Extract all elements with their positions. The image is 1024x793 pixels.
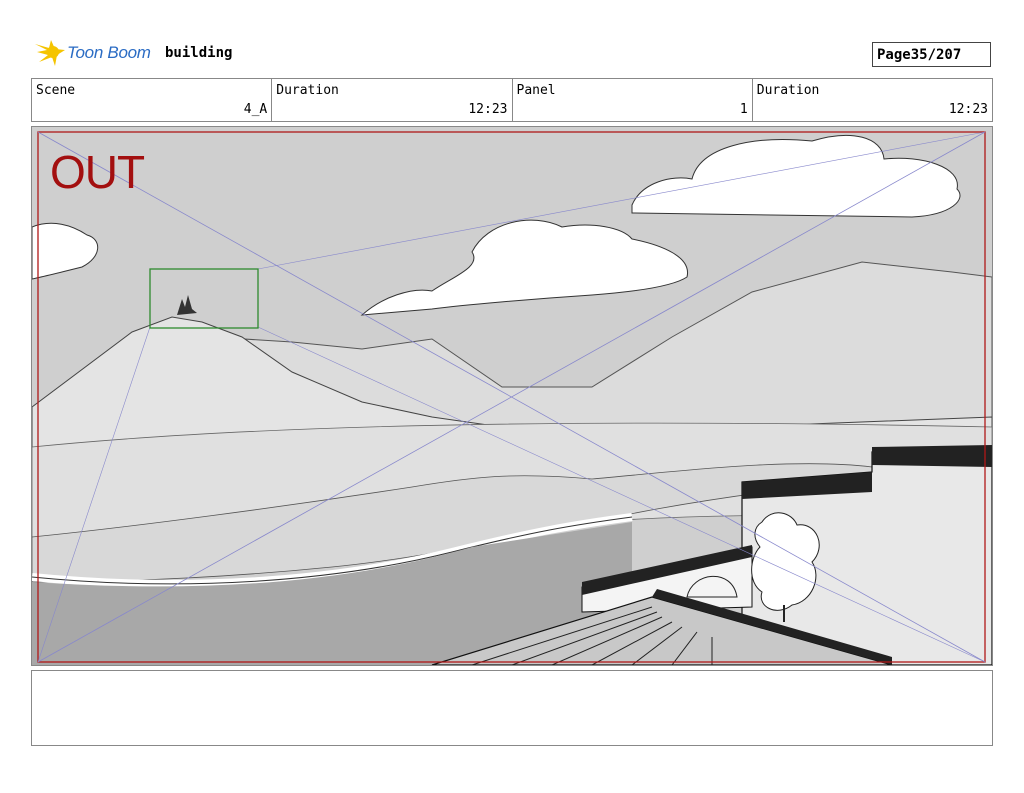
panel-value: 1 bbox=[739, 102, 748, 117]
panel-cell: Panel 1 bbox=[513, 79, 753, 121]
panel-duration-cell: Duration 12:23 bbox=[753, 79, 992, 121]
scene-duration-value: 12:23 bbox=[468, 102, 508, 117]
brand-name: Toon Boom bbox=[67, 43, 151, 62]
panel-duration-value: 12:23 bbox=[948, 102, 988, 117]
page-indicator: Page 35/207 bbox=[872, 42, 991, 67]
page-number: 35/207 bbox=[910, 46, 962, 63]
landscape-sketch bbox=[32, 127, 992, 665]
toon-boom-logo: Toon Boom bbox=[33, 38, 158, 70]
project-title: building bbox=[165, 45, 233, 61]
scene-label: Scene bbox=[36, 83, 76, 98]
toon-boom-star-icon bbox=[35, 40, 65, 66]
scene-cell: Scene 4_A bbox=[32, 79, 273, 121]
scene-value: 4_A bbox=[243, 102, 268, 117]
storyboard-panel-image: OUT bbox=[31, 126, 993, 666]
panel-label: Panel bbox=[516, 83, 556, 98]
panel-notes-box bbox=[31, 670, 993, 746]
panel-info-row: Scene 4_A Duration 12:23 Panel 1 Duratio… bbox=[31, 78, 993, 122]
page-label: Page bbox=[877, 46, 911, 63]
camera-out-label: OUT bbox=[50, 146, 145, 198]
scene-duration-label: Duration bbox=[276, 83, 339, 98]
panel-duration-label: Duration bbox=[756, 83, 820, 98]
scene-duration-cell: Duration 12:23 bbox=[272, 79, 513, 121]
